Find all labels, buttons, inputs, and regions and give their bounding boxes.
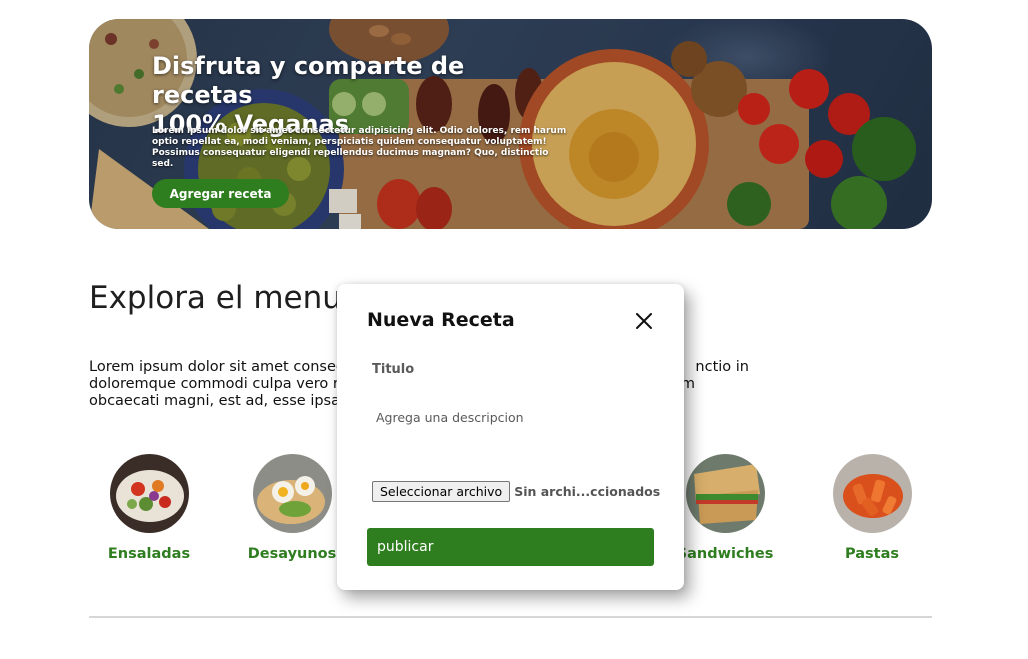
- hero-title-line1: Disfruta y comparte de recetas: [152, 52, 465, 109]
- file-status: Sin archi...ccionados: [514, 484, 661, 499]
- explore-line-2-end: m: [680, 376, 695, 392]
- sandwiches-image: [685, 454, 765, 533]
- new-recipe-modal: Nueva Receta Seleccionar archivo Sin arc…: [337, 284, 684, 590]
- publish-button[interactable]: publicar: [367, 528, 654, 566]
- category-ensaladas[interactable]: Ensaladas: [79, 454, 219, 562]
- file-picker: Seleccionar archivo Sin archi...ccionado…: [372, 481, 660, 502]
- select-file-button[interactable]: Seleccionar archivo: [372, 481, 511, 502]
- category-label-pastas: Pastas: [845, 546, 899, 562]
- hero-banner: Disfruta y comparte de recetas 100% Vega…: [89, 19, 932, 229]
- title-input[interactable]: [367, 358, 654, 380]
- desayunos-image: [252, 454, 332, 533]
- explore-line-2-start: doloremque commodi culpa vero re: [89, 376, 348, 392]
- add-recipe-button[interactable]: Agregar receta: [152, 179, 289, 208]
- modal-title: Nueva Receta: [367, 309, 515, 331]
- explore-line-1-end: nctio in: [695, 359, 749, 375]
- pastas-image: [832, 454, 912, 533]
- ensaladas-image: [109, 454, 189, 533]
- hero-description: Lorem ipsum dolor sit amet consectetur a…: [152, 126, 567, 169]
- category-pastas[interactable]: Pastas: [802, 454, 942, 562]
- close-icon[interactable]: [631, 308, 657, 334]
- explore-line-1-start: Lorem ipsum dolor sit amet consec: [89, 359, 344, 375]
- explore-title: Explora el menu: [89, 280, 342, 316]
- description-input[interactable]: [367, 410, 654, 450]
- section-divider: [89, 616, 932, 618]
- page: Disfruta y comparte de recetas 100% Vega…: [0, 0, 1028, 659]
- category-label-ensaladas: Ensaladas: [107, 546, 191, 562]
